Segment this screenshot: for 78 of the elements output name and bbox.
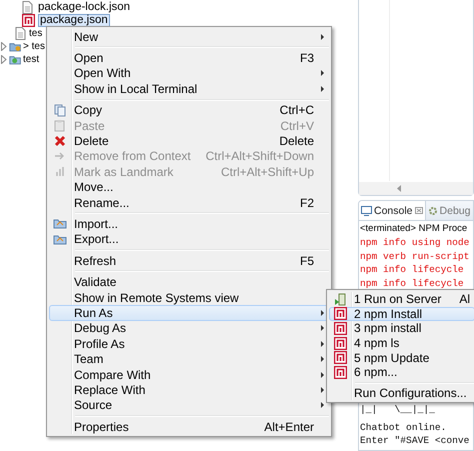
arrow-icon [54,151,66,162]
console-line: |_| \__|_|_ [359,404,436,416]
shortcut-label: Ctrl+V [280,118,314,133]
console-line: npm info lifecycle [359,263,465,277]
menu-item[interactable]: Open F3 [49,50,329,66]
shortcut-label: Delete [279,134,314,148]
file-icon [22,1,33,14]
menu-item[interactable]: Copy Ctrl+C [49,102,329,118]
copy-icon [54,104,66,117]
console-tab[interactable]: Debug [426,201,472,220]
menu-item[interactable]: 5 npm Update [329,350,474,365]
tree-item[interactable]: package-lock.json [36,1,132,14]
npm-icon [334,307,346,320]
menu-item[interactable]: New [49,29,329,44]
menu-item[interactable]: Properties Alt+Enter [49,418,329,434]
menu-item[interactable]: Open With [49,66,329,82]
console-line: Enter "#SAVE <conve [359,434,470,448]
menu-item[interactable]: Profile As [49,336,329,352]
menu-item[interactable]: Delete Delete [49,133,329,149]
shortcut-label: Ctrl+C [280,103,314,118]
menu-item[interactable]: Show in Remote Systems view [49,290,329,306]
shortcut-label: Al [459,292,470,306]
tree-item[interactable]: tes [29,28,42,39]
npm-icon [334,336,346,350]
shortcut-label: F3 [300,51,314,66]
tree-item[interactable]: > tes [23,41,45,52]
menu-item[interactable]: Export... [49,232,329,248]
expand-icon[interactable] [0,55,8,64]
folder-icon [53,234,67,245]
scrollbar[interactable] [359,182,473,195]
monitor-icon [361,206,372,216]
console-line: npm info lifecycle [359,276,465,290]
console-tab[interactable]: Console [359,201,426,220]
menu-item[interactable]: Compare With [49,366,329,382]
menu-item[interactable]: 3 npm install [329,321,474,336]
delete-icon [54,135,66,148]
menu-item[interactable]: Import... [49,216,329,232]
npm-icon [334,351,346,364]
shortcut-label: F2 [300,196,314,210]
shortcut-label: Alt+Enter [264,420,314,434]
menu-item[interactable]: 4 npm ls [329,336,474,350]
menu-item[interactable]: Validate [49,274,329,290]
menu-item[interactable]: 1 Run on Server Al [329,292,474,307]
menu-item[interactable]: Run As [49,305,329,321]
menu-item[interactable]: Rename... F2 [49,194,329,210]
npm-icon [334,322,346,335]
run-server-icon [334,292,346,306]
menu-item[interactable]: Move... [49,180,329,195]
menu-item[interactable]: Team [49,351,329,367]
menu-item[interactable]: 2 npm Install [329,306,474,322]
project-icon [9,41,22,52]
console-header: <terminated> NPM Proce [359,222,468,236]
file-icon [15,27,26,40]
scroll-left-icon[interactable] [397,185,401,192]
tree-item[interactable]: package.json [38,14,110,27]
project-icon [9,54,22,65]
gear-icon [428,206,438,216]
close-icon[interactable] [414,207,423,214]
paste-icon [54,119,66,132]
menu-item[interactable]: Refresh F5 [49,253,329,268]
menu-item[interactable]: Run Configurations... [329,386,474,400]
console-line: npm info using node [359,236,470,250]
tree-item[interactable]: test [23,54,40,65]
shortcut-label: F5 [300,254,314,268]
bars-icon [55,166,65,178]
menu-item[interactable]: Debug As [49,320,329,336]
shortcut-label: Ctrl+Alt+Shift+Down [206,149,314,164]
menu-item[interactable]: Replace With [49,382,329,398]
npm-icon [334,366,346,379]
npm-icon [22,14,35,27]
menu-item[interactable]: 6 npm... [329,364,474,380]
console-line: Chatbot online. [359,420,448,434]
folder-icon [53,218,67,230]
expand-icon[interactable] [0,42,8,51]
shortcut-label: Ctrl+Alt+Shift+Up [220,164,314,179]
menu-item[interactable]: Show in Local Terminal [49,81,329,97]
console-line: npm verb run-script [359,250,470,264]
menu-item[interactable]: Source [49,398,329,413]
